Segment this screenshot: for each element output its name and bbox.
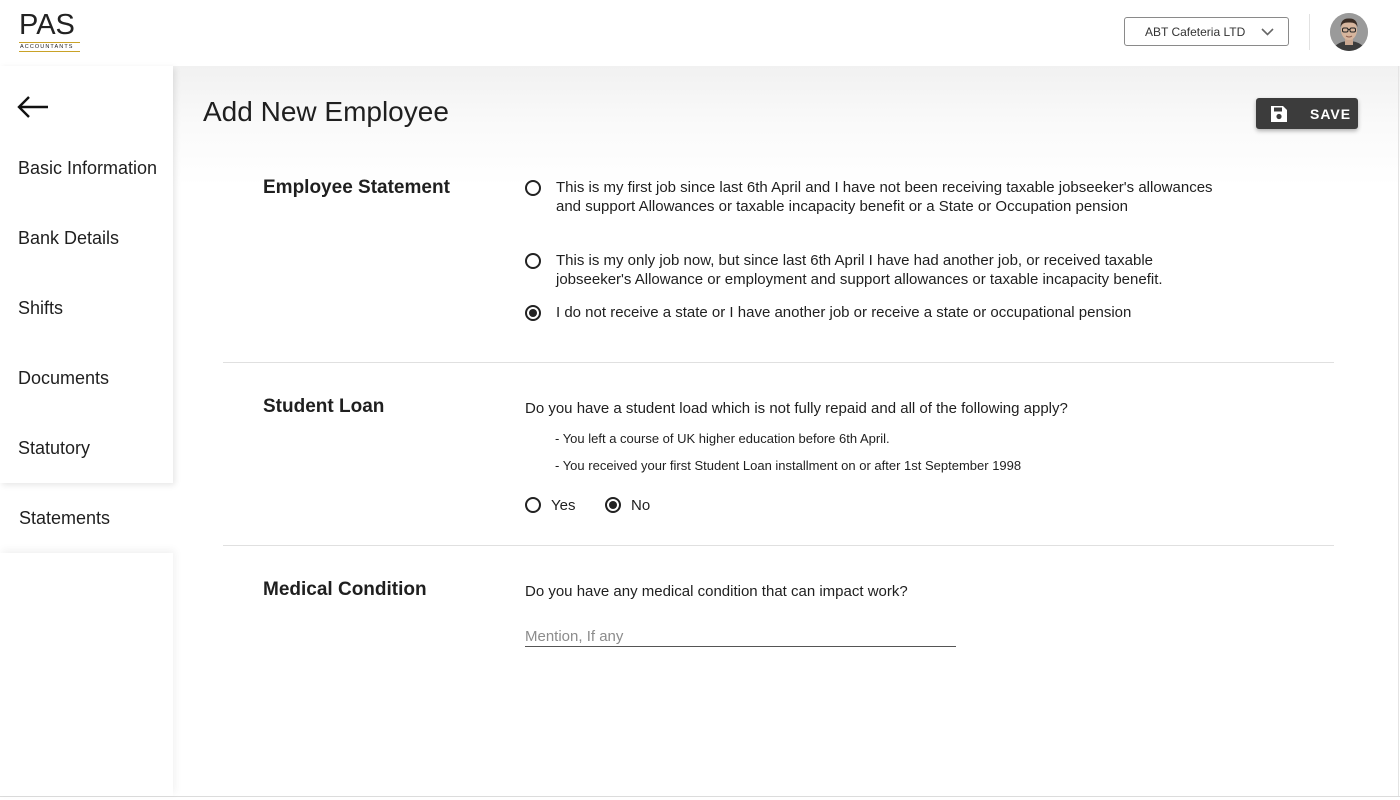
employee-statement-option-2-radio[interactable] bbox=[525, 253, 541, 269]
section-divider bbox=[223, 362, 1334, 363]
student-loan-condition-2: - You received your first Student Loan i… bbox=[555, 458, 1022, 473]
top-header: PAS ACCOUNTANTS ABT Cafeteria LTD bbox=[0, 0, 1400, 66]
company-select-value: ABT Cafeteria LTD bbox=[1145, 24, 1246, 39]
company-select[interactable]: ABT Cafeteria LTD bbox=[1124, 17, 1289, 46]
employee-statement-option-2-label: This is my only job now, but since last … bbox=[556, 252, 1163, 288]
student-loan-yes-label[interactable]: Yes bbox=[551, 497, 575, 514]
employee-statement-option-3-label: I do not receive a state or I have anoth… bbox=[556, 304, 1132, 321]
section-divider bbox=[223, 545, 1334, 546]
employee-statement-option-1-radio[interactable] bbox=[525, 180, 541, 196]
sidebar-item-bank-details[interactable]: Bank Details bbox=[18, 228, 119, 249]
back-button[interactable] bbox=[16, 94, 52, 122]
employee-statement-title: Employee Statement bbox=[263, 177, 450, 198]
logo-subtext: ACCOUNTANTS bbox=[19, 42, 80, 52]
student-loan-question: Do you have a student load which is not … bbox=[525, 400, 1068, 417]
logo-text: PAS bbox=[19, 9, 75, 41]
content-bottom-border bbox=[0, 796, 1400, 797]
user-avatar[interactable] bbox=[1330, 13, 1368, 51]
company-logo[interactable]: PAS ACCOUNTANTS bbox=[19, 10, 81, 54]
medical-condition-question: Do you have any medical condition that c… bbox=[525, 583, 908, 600]
sidebar: Basic Information Bank Details Shifts Do… bbox=[0, 66, 173, 796]
employee-statement-option-3-radio[interactable] bbox=[525, 305, 541, 321]
arrow-left-icon bbox=[16, 96, 50, 124]
sidebar-item-statements[interactable]: Statements bbox=[19, 508, 110, 529]
sidebar-panel bbox=[0, 66, 173, 483]
sidebar-item-shifts[interactable]: Shifts bbox=[18, 298, 63, 319]
page-title: Add New Employee bbox=[203, 96, 449, 127]
sidebar-panel-lower bbox=[0, 553, 173, 796]
sidebar-item-documents[interactable]: Documents bbox=[18, 368, 109, 389]
medical-condition-title: Medical Condition bbox=[263, 579, 427, 600]
employee-statement-option-1-label: This is my first job since last 6th Apri… bbox=[556, 179, 1213, 215]
medical-condition-input[interactable] bbox=[525, 626, 956, 647]
student-loan-no-label[interactable]: No bbox=[631, 497, 650, 514]
student-loan-condition-1: - You left a course of UK higher educati… bbox=[555, 431, 890, 446]
floppy-disk-icon bbox=[1270, 105, 1288, 123]
sidebar-item-basic-information[interactable]: Basic Information bbox=[18, 158, 157, 179]
header-divider bbox=[1309, 14, 1310, 50]
student-loan-no-radio[interactable] bbox=[605, 497, 621, 513]
student-loan-title: Student Loan bbox=[263, 396, 385, 417]
save-button-label: SAVE bbox=[1310, 105, 1352, 122]
content-right-edge bbox=[1398, 66, 1399, 796]
student-loan-yes-radio[interactable] bbox=[525, 497, 541, 513]
save-button[interactable]: SAVE bbox=[1256, 98, 1358, 129]
sidebar-item-statutory[interactable]: Statutory bbox=[18, 438, 90, 459]
chevron-down-icon bbox=[1261, 26, 1274, 40]
